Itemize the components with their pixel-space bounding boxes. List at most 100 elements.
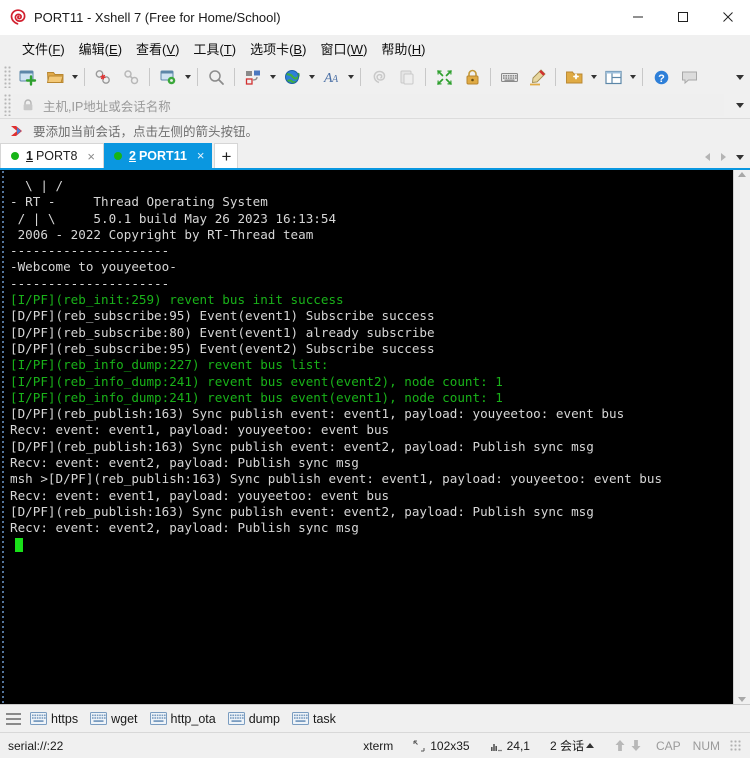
new-folder-icon [565,71,582,83]
terminal-line: -Webcome to youyeetoo- [10,259,177,275]
reconnect-icon [123,69,138,84]
menu-label: 窗口 [320,42,347,57]
open-session-button[interactable] [41,65,69,89]
split-layout-caret[interactable] [627,65,638,89]
address-bar: 主机,IP地址或会话名称 [0,92,750,118]
quick-command-label: dump [248,711,280,726]
lock-button[interactable] [458,65,486,89]
minimize-button[interactable] [615,0,660,34]
tab-prev-arrow[interactable] [700,148,714,166]
status-bar: serial://:22 xterm 102x35 24,1 2 会话 CAP … [0,732,750,758]
menu-item-view[interactable]: 查看(V) [129,36,186,61]
tab-bar: 1 PORT8 × 2 PORT11 × + [0,142,750,168]
quick-command-http-ota[interactable]: http_ota [149,712,216,726]
window-title: PORT11 - Xshell 7 (Free for Home/School) [34,9,281,25]
sessions-caret[interactable] [584,743,596,748]
toolbar-separator [360,68,361,86]
font-caret[interactable] [345,65,356,89]
terminal-type-label: xterm [363,738,394,753]
menu-item-window[interactable]: 窗口(W) [313,36,374,61]
quick-command-label: wget [111,711,138,726]
terminal-scrollbar[interactable] [733,170,750,704]
menu-item-help[interactable]: 帮助(H) [374,36,432,61]
new-session-button[interactable] [13,65,41,89]
tab-next-arrow[interactable] [716,148,730,166]
find-button[interactable] [202,65,230,89]
terminal-line: / | \ 5.0.1 build May 26 2023 16:13:54 [10,210,337,226]
quick-command-label: task [312,711,336,726]
quick-command-https[interactable]: https [30,712,78,726]
maximize-button[interactable] [660,0,705,34]
screen-size-icon [413,740,425,751]
copy-paste-button[interactable] [393,65,421,89]
tab-number: 1 [26,149,33,163]
tab-close-icon[interactable]: × [197,149,205,162]
keyboard-icon [227,712,245,725]
status-sessions[interactable]: 2 会话 [540,737,606,754]
hint-bar: 要添加当前会话，点击左侧的箭头按钮。 [0,118,750,142]
tab-list-caret[interactable] [732,148,748,166]
menu-item-edit[interactable]: 编辑(E) [72,36,129,61]
menu-item-tools[interactable]: 工具(T) [186,36,243,61]
status-cursor-position: 24,1 [480,739,540,753]
address-bar-grip[interactable] [4,94,11,116]
keyboard-button[interactable] [495,65,523,89]
reconnect-button[interactable] [117,65,145,89]
address-overflow-caret[interactable] [736,92,744,118]
quick-command-dump[interactable]: dump [227,711,280,726]
terminal-line: msh >[D/PF](reb_publish:163) Sync publis… [10,471,663,487]
new-folder-button[interactable] [560,65,588,89]
session-properties-button[interactable] [154,65,182,89]
toolbar-grip[interactable] [4,66,11,88]
num-lock-indicator: NUM [692,738,720,753]
toolbar-overflow-caret[interactable] [736,62,744,92]
terminal-cursor [15,537,23,552]
terminal-line: Recv: event: event1, payload: youyeetoo:… [10,422,390,438]
host-input-placeholder: 主机,IP地址或会话名称 [43,99,171,114]
terminal-output[interactable]: \ | / - RT - Thread Operating System / | … [8,170,733,704]
tab-close-icon[interactable]: × [87,150,95,163]
red-arrow-icon [11,125,22,136]
new-folder-caret[interactable] [588,65,599,89]
menu-accel: E [109,42,118,57]
quick-command-task[interactable]: task [291,711,336,726]
menu-item-file[interactable]: 文件(F) [15,36,72,61]
help-button[interactable]: ? [647,65,675,89]
globe-caret[interactable] [306,65,317,89]
terminal-area: \ | / - RT - Thread Operating System / | … [0,168,750,704]
keyboard-icon [500,72,518,82]
globe-button[interactable] [278,65,306,89]
session-properties-caret[interactable] [182,65,193,89]
highlight-pen-button[interactable] [523,65,551,89]
clear-screen-button[interactable] [365,65,393,89]
font-button[interactable]: A A [317,65,345,89]
menu-accel: B [293,42,303,57]
keyboard-icon [30,712,47,725]
close-button[interactable] [705,0,750,34]
scroll-up-arrow[interactable] [738,172,746,177]
open-session-caret[interactable] [69,65,80,89]
help-icon: ? [654,70,668,85]
new-tab-button[interactable]: + [214,143,239,168]
scroll-down-arrow[interactable] [738,697,746,702]
quick-command-wget[interactable]: wget [90,711,138,726]
menu-accel: F [52,42,61,57]
split-layout-button[interactable] [599,65,627,89]
transfer-file-caret[interactable] [267,65,278,89]
disconnect-icon [95,69,110,84]
tab-port8[interactable]: 1 PORT8 × [0,143,104,168]
fullscreen-icon [436,69,452,85]
hamburger-menu-icon[interactable] [6,710,24,728]
host-input[interactable]: 主机,IP地址或会话名称 [13,94,724,116]
screen-size-label: 102x35 [430,738,470,753]
tab-port11[interactable]: 2 PORT11 × [104,143,213,168]
fullscreen-button[interactable] [430,65,458,89]
resize-grip[interactable] [730,739,742,752]
lock-icon [466,69,478,84]
disconnect-button[interactable] [89,65,117,89]
status-right-group: xterm 102x35 24,1 2 会话 CAP NUM [353,737,750,754]
transfer-file-button[interactable] [239,65,267,89]
chat-button[interactable] [675,65,703,89]
menu-item-tab[interactable]: 选项卡(B) [243,36,313,61]
terminal-line: Recv: event: event2, payload: Publish sy… [10,520,359,536]
